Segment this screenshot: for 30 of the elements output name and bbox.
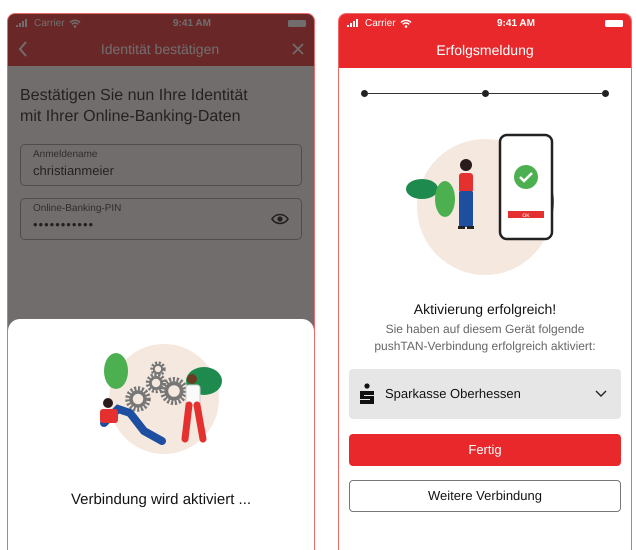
eye-icon[interactable] — [271, 212, 289, 225]
screen-title: Identität bestätigen — [100, 41, 220, 57]
carrier-name: Carrier — [365, 18, 396, 28]
signal-icon — [16, 19, 30, 27]
field-label: Online-Banking-PIN — [33, 202, 122, 214]
field-value: christianmeier — [33, 162, 115, 180]
add-connection-button[interactable]: Weitere Verbindung — [349, 480, 621, 512]
chevron-down-icon — [595, 390, 607, 398]
back-icon[interactable] — [18, 41, 28, 57]
wifi-icon — [400, 18, 412, 28]
pin-field[interactable]: Online-Banking-PIN ••••••••••• — [20, 198, 302, 240]
heading: Bestätigen Sie nun Ihre Identität mit Ihrer Online-Banking-Daten — [20, 86, 249, 127]
success-description: Sie haben auf diesem Gerät folgende pushTAN-Verbindung erfolgreich aktiviert: — [373, 321, 597, 355]
success-title: Aktivierung erfolgreich! — [414, 301, 556, 317]
carrier-name: Carrier — [34, 18, 65, 28]
screen-title: Erfolgsmeldung — [436, 42, 534, 58]
bank-logo-icon — [359, 382, 375, 405]
username-field[interactable]: Anmeldename christianmeier — [20, 144, 302, 186]
close-icon[interactable] — [292, 43, 304, 55]
battery-icon — [604, 20, 623, 26]
bank-dropdown[interactable]: Sparkasse Oberhessen — [349, 368, 621, 419]
status-time: 9:41 AM — [173, 18, 211, 28]
field-value: ••••••••••• — [33, 216, 96, 234]
status-time: 9:41 AM — [497, 18, 535, 28]
done-button[interactable]: Fertig — [349, 434, 621, 466]
field-label: Anmeldename — [33, 148, 98, 160]
signal-icon — [347, 19, 361, 27]
battery-icon — [288, 20, 306, 26]
loading-message: Verbindung wird aktiviert ... — [70, 491, 252, 508]
wifi-icon — [68, 18, 81, 28]
